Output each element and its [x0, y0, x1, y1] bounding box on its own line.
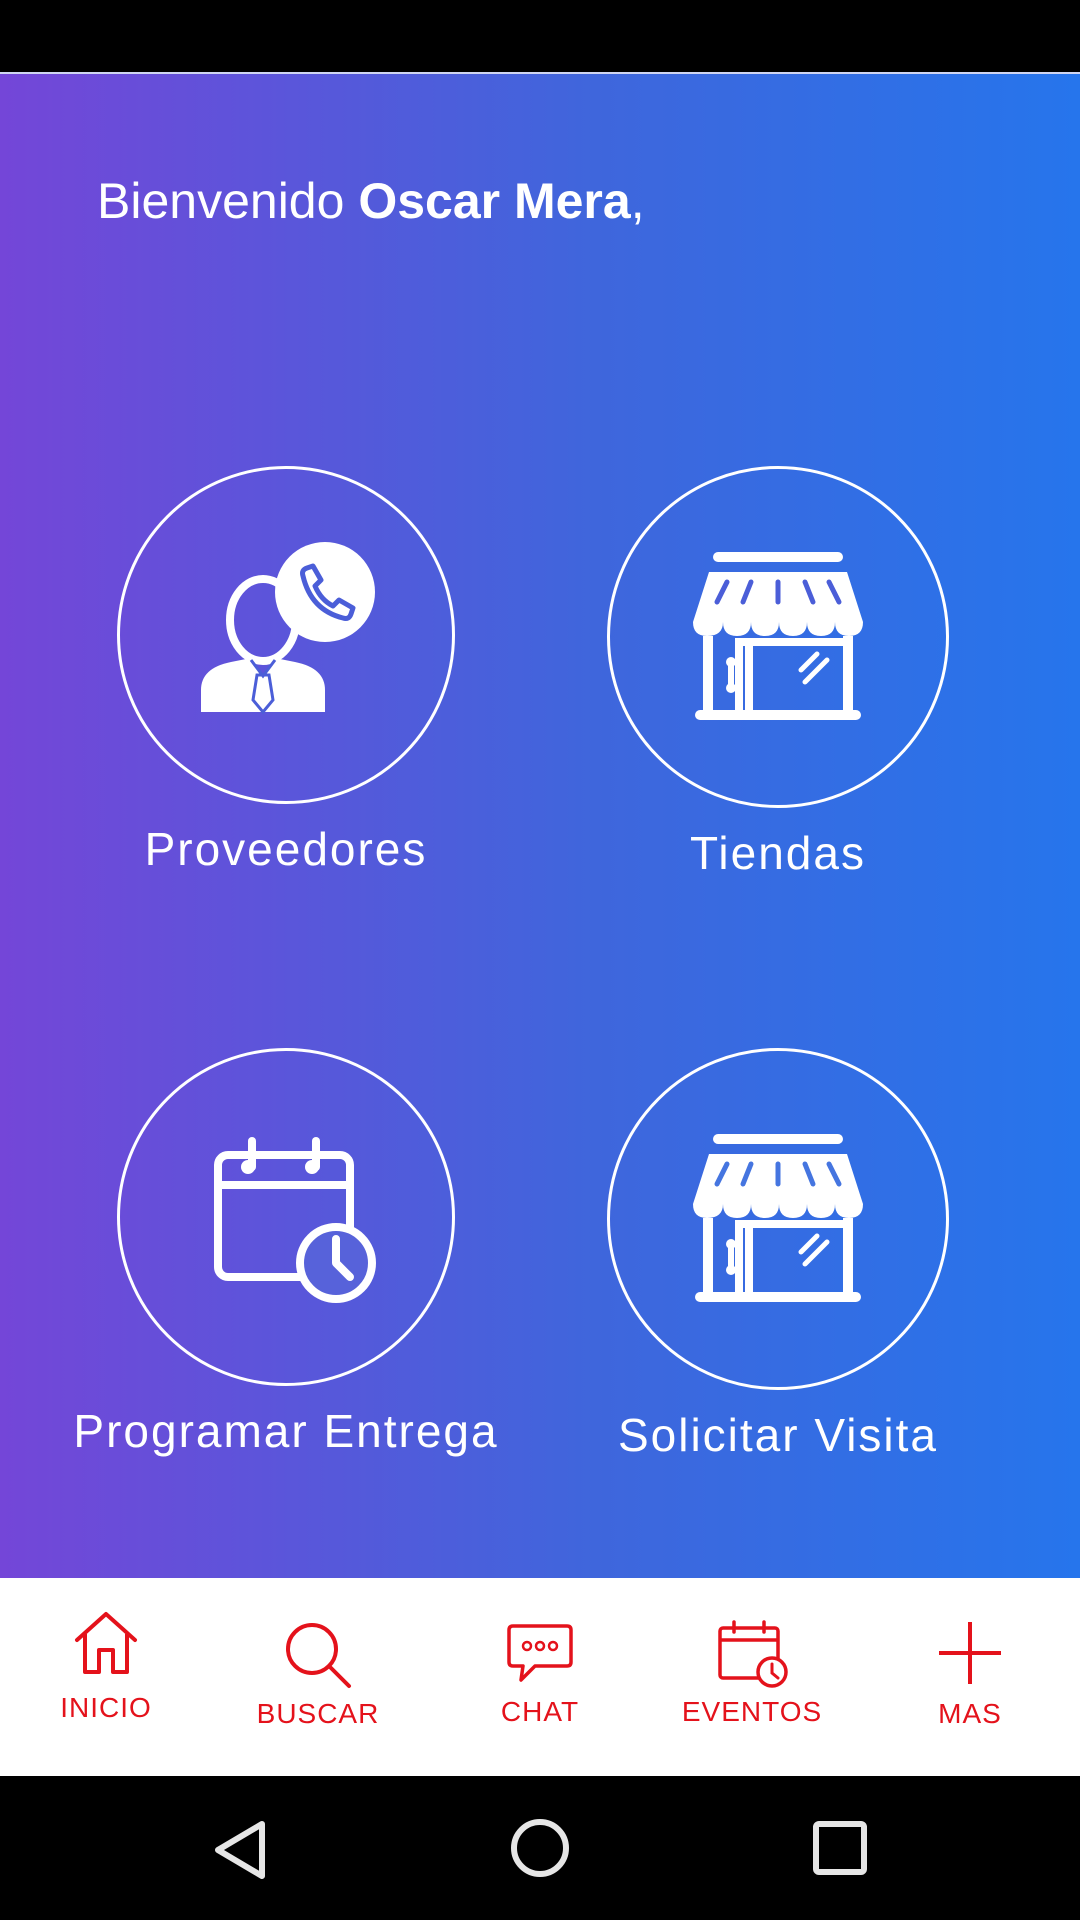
tile-circle[interactable] — [117, 1048, 455, 1386]
tile-proveedores[interactable]: Proveedores — [46, 466, 526, 876]
nav-label: EVENTOS — [681, 1696, 823, 1727]
tile-circle[interactable] — [607, 466, 949, 808]
user-name: Oscar Mera — [358, 173, 631, 229]
plus-icon — [939, 1622, 1001, 1684]
welcome-prefix: Bienvenido — [97, 173, 359, 229]
tile-label: Tiendas — [690, 827, 866, 879]
nav-item-chat[interactable]: CHAT — [450, 1578, 630, 1776]
tile-circle[interactable] — [117, 466, 455, 804]
system-navigation-bar — [0, 1776, 1080, 1920]
home-circle-icon[interactable] — [508, 1816, 572, 1880]
welcome-message: Bienvenido Oscar Mera, — [97, 172, 645, 230]
nav-item-eventos[interactable]: EVENTOS — [662, 1578, 842, 1776]
store-icon — [693, 552, 863, 720]
nav-label: MAS — [938, 1698, 1002, 1729]
home-screen: Bienvenido Oscar Mera, Proveedores Tiend… — [0, 72, 1080, 1578]
nav-label: INICIO — [60, 1692, 152, 1723]
tile-solicitar-visita[interactable]: Solicitar Visita — [538, 1048, 1018, 1462]
chat-icon — [507, 1624, 573, 1682]
calendar-clock-icon — [718, 1620, 788, 1688]
search-icon — [286, 1623, 351, 1688]
tile-circle[interactable] — [607, 1048, 949, 1390]
nav-item-buscar[interactable]: BUSCAR — [228, 1578, 408, 1776]
recents-icon[interactable] — [812, 1820, 868, 1876]
status-bar — [0, 0, 1080, 72]
tile-label: Programar Entrega — [73, 1405, 499, 1457]
nav-label: CHAT — [500, 1696, 580, 1727]
calendar-clock-icon — [214, 1137, 376, 1303]
tile-label: Proveedores — [144, 823, 428, 875]
supplier-phone-icon — [201, 542, 375, 715]
welcome-suffix: , — [630, 173, 645, 229]
nav-label: BUSCAR — [256, 1698, 380, 1729]
home-icon — [75, 1612, 137, 1674]
tile-tiendas[interactable]: Tiendas — [538, 466, 1018, 880]
tile-programar-entrega[interactable]: Programar Entrega — [46, 1048, 526, 1458]
nav-item-mas[interactable]: MAS — [880, 1578, 1060, 1776]
bottom-nav: INICIO BUSCAR CHAT EVENTOS MAS — [0, 1578, 1080, 1776]
tile-label: Solicitar Visita — [617, 1409, 939, 1461]
nav-item-inicio[interactable]: INICIO — [16, 1578, 196, 1776]
back-icon[interactable] — [210, 1818, 270, 1882]
store-icon — [693, 1134, 863, 1302]
